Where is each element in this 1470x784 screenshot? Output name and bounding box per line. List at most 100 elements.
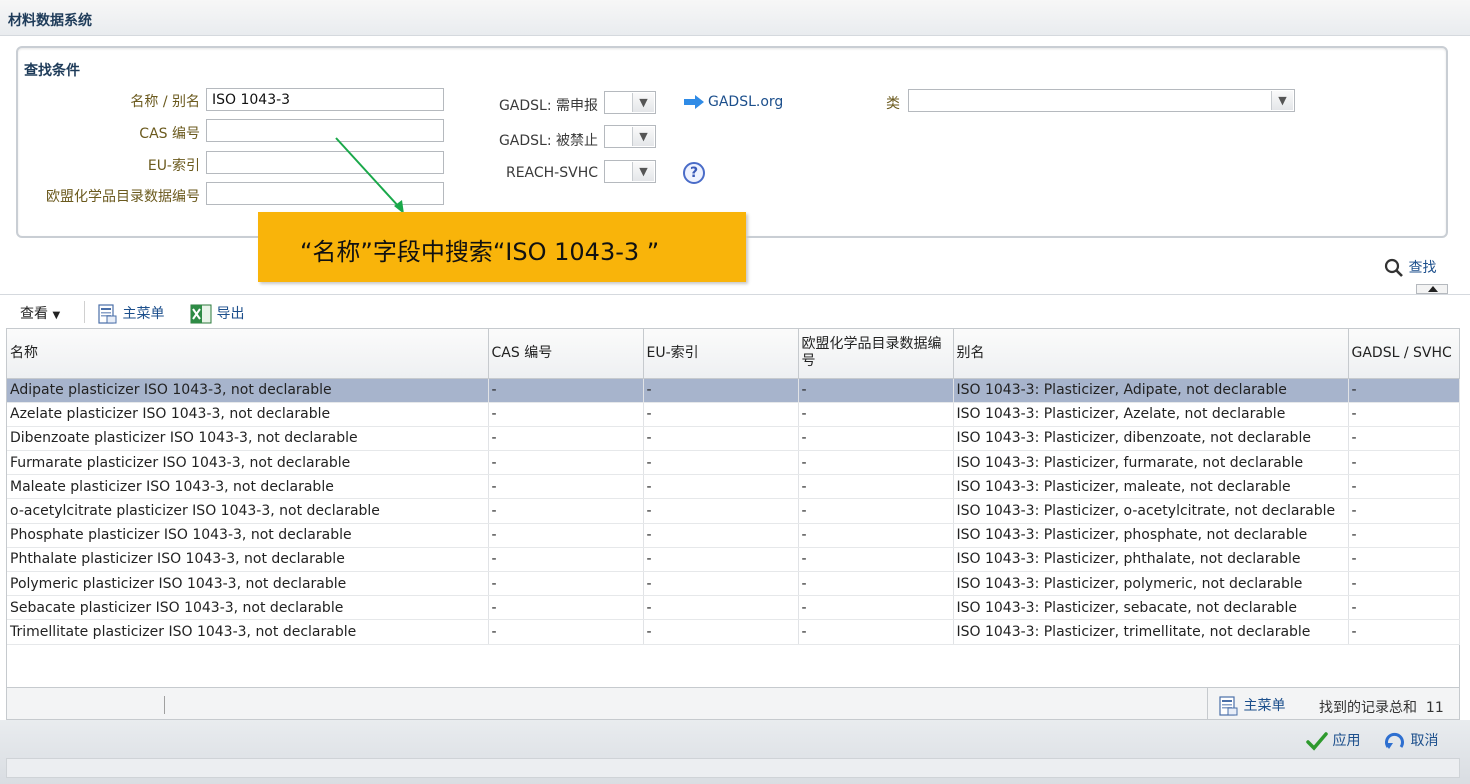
view-menu-button[interactable]: 查看 ▼	[20, 303, 60, 323]
table-row[interactable]: Phthalate plasticizer ISO 1043-3, not de…	[7, 547, 1460, 573]
gadsl-link[interactable]: GADSL.org	[708, 94, 783, 110]
cell-alias: ISO 1043-3: Plasticizer, phosphate, not …	[953, 523, 1349, 548]
cell-gadsl-svhc: -	[1348, 426, 1460, 452]
gadsl-prohibited-select[interactable]: ▼	[604, 125, 656, 148]
cell-eu-index: -	[643, 595, 799, 621]
class-select[interactable]: ▼	[908, 89, 1295, 112]
cas-label: CAS 编号	[139, 126, 200, 142]
ecl-label: 欧盟化学品目录数据编号	[46, 189, 200, 205]
arrow-right-icon	[684, 95, 704, 109]
eu-index-label: EU-索引	[147, 158, 200, 174]
status-main-menu-label: 主菜单	[1243, 698, 1286, 714]
collapse-panel-button[interactable]	[1416, 284, 1448, 294]
reach-svhc-select[interactable]: ▼	[604, 160, 656, 183]
status-main-menu-button[interactable]: 主菜单	[1217, 695, 1285, 717]
chevron-down-icon: ▼	[1271, 91, 1293, 110]
cell-name: Polymeric plasticizer ISO 1043-3, not de…	[7, 571, 489, 597]
help-icon[interactable]: ?	[683, 162, 705, 184]
cell-name: o-acetylcitrate plasticizer ISO 1043-3, …	[7, 498, 489, 524]
cell-ecl: -	[798, 547, 954, 573]
cell-eu-index: -	[643, 547, 799, 573]
cell-name: Dibenzoate plasticizer ISO 1043-3, not d…	[7, 426, 489, 452]
table-row[interactable]: Dibenzoate plasticizer ISO 1043-3, not d…	[7, 426, 1460, 452]
cell-name: Phthalate plasticizer ISO 1043-3, not de…	[7, 547, 489, 573]
table-header-row: 名称 CAS 编号 EU-索引 欧盟化学品目录数据编号 别名 GADSL / S…	[7, 329, 1460, 379]
class-label: 类	[886, 96, 900, 112]
cell-gadsl-svhc: -	[1348, 523, 1460, 548]
cell-gadsl-svhc: -	[1348, 378, 1460, 403]
cell-name: Azelate plasticizer ISO 1043-3, not decl…	[7, 402, 489, 427]
gadsl-declare-select[interactable]: ▼	[604, 91, 656, 114]
main-menu-button[interactable]: 主菜单	[96, 303, 164, 325]
cell-gadsl-svhc: -	[1348, 595, 1460, 621]
table-row[interactable]: Trimellitate plasticizer ISO 1043-3, not…	[7, 619, 1460, 645]
search-button-label: 查找	[1408, 260, 1437, 276]
status-divider	[164, 696, 165, 714]
apply-label: 应用	[1332, 733, 1361, 749]
cell-alias: ISO 1043-3: Plasticizer, phthalate, not …	[953, 547, 1349, 573]
cell-ecl: -	[798, 474, 954, 500]
table-row[interactable]: o-acetylcitrate plasticizer ISO 1043-3, …	[7, 498, 1460, 524]
cell-ecl: -	[798, 595, 954, 621]
table-row[interactable]: Sebacate plasticizer ISO 1043-3, not dec…	[7, 595, 1460, 621]
record-count-label: 找到的记录总和	[1319, 700, 1417, 716]
cell-name: Adipate plasticizer ISO 1043-3, not decl…	[7, 378, 489, 403]
cell-gadsl-svhc: -	[1348, 571, 1460, 597]
window-titlebar: 材料数据系统	[0, 0, 1470, 36]
table-row[interactable]: Polymeric plasticizer ISO 1043-3, not de…	[7, 571, 1460, 597]
cell-cas: -	[488, 450, 644, 476]
excel-icon	[190, 304, 212, 324]
column-header-ecl[interactable]: 欧盟化学品目录数据编号	[798, 329, 954, 379]
cell-eu-index: -	[643, 402, 799, 427]
toolbar-divider	[84, 301, 85, 323]
search-icon	[1384, 258, 1403, 277]
cell-ecl: -	[798, 498, 954, 524]
cell-gadsl-svhc: -	[1348, 547, 1460, 573]
search-button[interactable]: 查找	[1384, 257, 1436, 278]
cell-ecl: -	[798, 619, 954, 645]
cell-alias: ISO 1043-3: Plasticizer, sebacate, not d…	[953, 595, 1349, 621]
cell-name: Maleate plasticizer ISO 1043-3, not decl…	[7, 474, 489, 500]
cell-alias: ISO 1043-3: Plasticizer, Azelate, not de…	[953, 402, 1349, 427]
name-input[interactable]	[206, 88, 444, 111]
cell-alias: ISO 1043-3: Plasticizer, furmarate, not …	[953, 450, 1349, 476]
export-button[interactable]: 导出	[190, 303, 244, 324]
cell-ecl: -	[798, 426, 954, 452]
cell-alias: ISO 1043-3: Plasticizer, Adipate, not de…	[953, 378, 1349, 403]
table-row[interactable]: Furmarate plasticizer ISO 1043-3, not de…	[7, 450, 1460, 476]
cancel-label: 取消	[1410, 733, 1439, 749]
column-header-eu-index[interactable]: EU-索引	[643, 329, 799, 379]
cell-eu-index: -	[643, 450, 799, 476]
cell-eu-index: -	[643, 523, 799, 548]
table-row[interactable]: Adipate plasticizer ISO 1043-3, not decl…	[7, 378, 1460, 403]
cell-alias: ISO 1043-3: Plasticizer, trimellitate, n…	[953, 619, 1349, 645]
cell-alias: ISO 1043-3: Plasticizer, dibenzoate, not…	[953, 426, 1349, 452]
table-row[interactable]: Phosphate plasticizer ISO 1043-3, not de…	[7, 523, 1460, 548]
cell-gadsl-svhc: -	[1348, 498, 1460, 524]
cell-eu-index: -	[643, 571, 799, 597]
cell-cas: -	[488, 498, 644, 524]
cell-cas: -	[488, 523, 644, 548]
apply-button[interactable]: 应用	[1306, 730, 1360, 751]
cancel-button[interactable]: 取消	[1384, 730, 1438, 751]
cell-gadsl-svhc: -	[1348, 474, 1460, 500]
column-header-gadsl-svhc[interactable]: GADSL / SVHC	[1348, 329, 1460, 379]
menu-document-icon	[1219, 696, 1238, 716]
cell-name: Phosphate plasticizer ISO 1043-3, not de…	[7, 523, 489, 548]
column-header-name[interactable]: 名称	[7, 329, 489, 379]
column-header-cas[interactable]: CAS 编号	[488, 329, 644, 379]
dialog-footer: 应用 取消	[0, 720, 1470, 784]
gadsl-declare-label: GADSL: 需申报	[498, 98, 598, 114]
search-criteria-panel	[16, 46, 1448, 238]
cell-cas: -	[488, 595, 644, 621]
cell-gadsl-svhc: -	[1348, 619, 1460, 645]
cell-cas: -	[488, 571, 644, 597]
cell-ecl: -	[798, 571, 954, 597]
export-label: 导出	[216, 306, 245, 322]
column-header-alias[interactable]: 别名	[953, 329, 1349, 379]
table-row[interactable]: Maleate plasticizer ISO 1043-3, not decl…	[7, 474, 1460, 500]
status-bar: 主菜单 找到的记录总和 11	[6, 688, 1460, 720]
cell-alias: ISO 1043-3: Plasticizer, polymeric, not …	[953, 571, 1349, 597]
table-row[interactable]: Azelate plasticizer ISO 1043-3, not decl…	[7, 402, 1460, 427]
results-table: 名称 CAS 编号 EU-索引 欧盟化学品目录数据编号 别名 GADSL / S…	[6, 328, 1460, 688]
